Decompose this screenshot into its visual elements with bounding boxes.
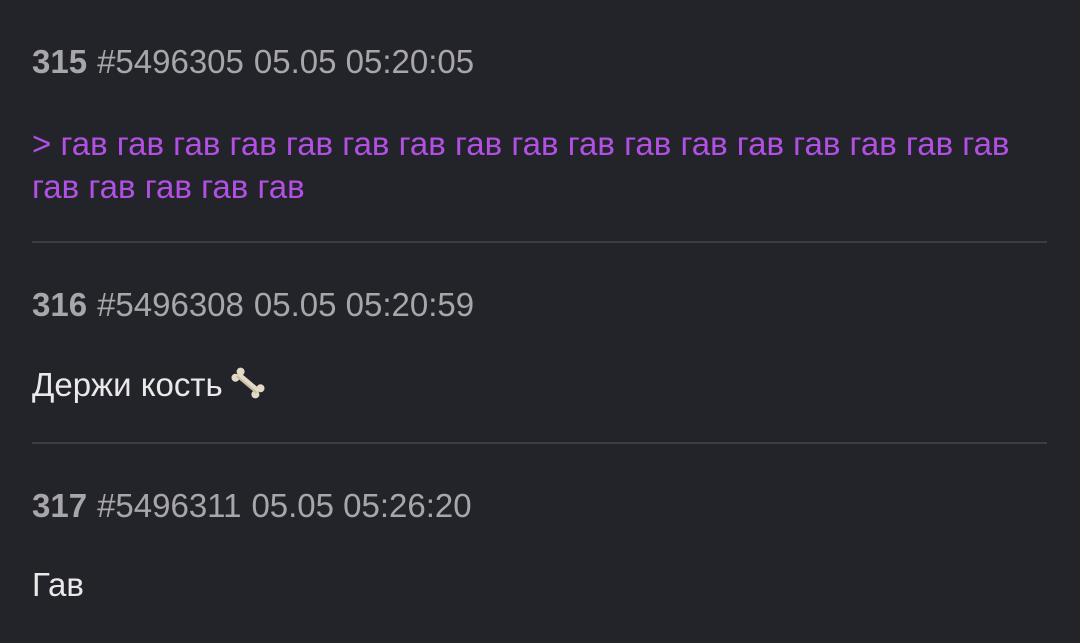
post-number[interactable]: 315 (32, 43, 87, 80)
post-date: 05.05 05:26:20 (251, 487, 472, 524)
post-number[interactable]: 317 (32, 487, 87, 524)
post-date: 05.05 05:20:59 (253, 286, 475, 323)
post-divider (32, 442, 1047, 444)
post-number[interactable]: 316 (32, 286, 87, 323)
bone-icon (229, 364, 267, 412)
post-message: Гав (32, 566, 84, 603)
post-id[interactable]: #5496308 (97, 286, 244, 323)
thread: 315 #5496305 05.05 05:20:05 > гав гав гав … (0, 0, 1080, 643)
post-id[interactable]: #5496305 (97, 43, 244, 80)
post-header: 315 #5496305 05.05 05:20:05 (32, 42, 474, 82)
post-quote[interactable]: > гав гав гав гав гав гав гав гав гав га… (32, 122, 1047, 208)
post-message: Держи кость (32, 363, 1047, 412)
post-header: 316 #5496308 05.05 05:20:59 (32, 285, 474, 325)
post-date: 05.05 05:20:05 (253, 43, 475, 80)
post-text: Держи кость (32, 366, 223, 403)
post-divider (32, 241, 1047, 243)
post-id[interactable]: #5496311 (97, 487, 241, 524)
post-header: 317 #5496311 05.05 05:26:20 (32, 486, 472, 526)
